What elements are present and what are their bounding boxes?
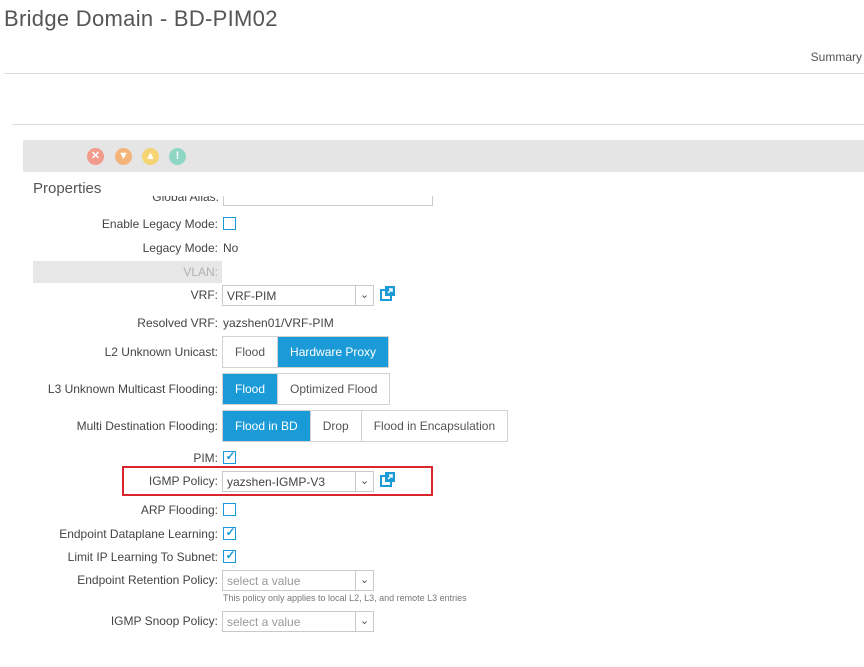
option-flood[interactable]: Flood [223, 337, 279, 367]
option-drop[interactable]: Drop [311, 411, 362, 441]
arp-flooding-checkbox[interactable] [223, 503, 236, 516]
global-alias-input[interactable] [223, 196, 433, 206]
option-flood-in-bd[interactable]: Flood in BD [223, 411, 311, 441]
l3-unknown-multicast-label: L3 Unknown Multicast Flooding: [47, 382, 218, 396]
minor-fault-icon[interactable]: ▲ [142, 148, 159, 165]
critical-fault-icon[interactable]: ✕ [87, 148, 104, 165]
chevron-down-icon[interactable]: ⌄ [355, 472, 373, 491]
igmp-policy-select[interactable]: yazshen-IGMP-V3 ⌄ [222, 471, 374, 492]
igmp-snoop-policy-label: IGMP Snoop Policy: [110, 614, 218, 628]
igmp-policy-row: IGMP Policy: yazshen-IGMP-V3 ⌄ [0, 471, 864, 492]
multi-destination-label: Multi Destination Flooding: [76, 419, 218, 433]
checkmark-icon: ✓ [225, 525, 236, 539]
legacy-mode-value: No [223, 241, 239, 255]
pim-row: PIM: ✓ [0, 448, 864, 468]
pim-label: PIM: [193, 451, 218, 465]
igmp-snoop-policy-select[interactable]: select a value ⌄ [222, 611, 374, 632]
vrf-value: VRF-PIM [227, 289, 277, 303]
open-external-icon[interactable] [380, 472, 395, 487]
igmp-policy-label: IGMP Policy: [148, 474, 218, 488]
global-alias-row: Global Alias: [33, 196, 433, 208]
warning-fault-icon[interactable]: ! [169, 148, 186, 165]
igmp-snoop-policy-placeholder: select a value [227, 615, 301, 629]
arp-flooding-label: ARP Flooding: [140, 503, 218, 517]
l2-unknown-unicast-label: L2 Unknown Unicast: [104, 345, 218, 359]
legacy-mode-label: Legacy Mode: [142, 241, 218, 255]
l2-unknown-unicast-row: L2 Unknown Unicast: Flood Hardware Proxy [0, 336, 864, 368]
endpoint-retention-policy-row: Endpoint Retention Policy: select a valu… [0, 570, 864, 606]
checkmark-icon: ✓ [225, 449, 236, 463]
vrf-select[interactable]: VRF-PIM ⌄ [222, 285, 374, 306]
page-title: Bridge Domain - BD-PIM02 [4, 6, 278, 31]
chevron-down-icon[interactable]: ⌄ [355, 286, 373, 305]
arp-flooding-row: ARP Flooding: [0, 500, 864, 520]
endpoint-retention-policy-placeholder: select a value [227, 574, 301, 588]
endpoint-dataplane-learning-label: Endpoint Dataplane Learning: [59, 527, 218, 541]
fault-summary-bar: ✕ ▼ ▲ ! [23, 140, 864, 172]
vrf-row: VRF: VRF-PIM ⌄ [0, 285, 864, 306]
endpoint-retention-policy-label: Endpoint Retention Policy: [77, 573, 218, 587]
option-optimized-flood[interactable]: Optimized Flood [278, 374, 389, 404]
resolved-vrf-value: yazshen01/VRF-PIM [223, 316, 334, 330]
vrf-label: VRF: [190, 288, 218, 302]
igmp-policy-value: yazshen-IGMP-V3 [227, 475, 326, 489]
vlan-row: VLAN: [0, 262, 864, 282]
igmp-snoop-policy-row: IGMP Snoop Policy: select a value ⌄ [0, 611, 864, 632]
properties-heading: Properties [33, 180, 102, 197]
limit-ip-learning-checkbox[interactable]: ✓ [223, 548, 236, 563]
enable-legacy-mode-row: Enable Legacy Mode: [0, 214, 864, 234]
pim-checkbox[interactable]: ✓ [223, 449, 236, 464]
enable-legacy-mode-label: Enable Legacy Mode: [101, 217, 218, 231]
endpoint-retention-policy-hint: This policy only applies to local L2, L3… [223, 593, 467, 603]
global-alias-label: Global Alias: [152, 196, 219, 204]
header-divider [4, 73, 864, 74]
open-external-icon[interactable] [380, 286, 395, 301]
multi-destination-row: Multi Destination Flooding: Flood in BD … [0, 410, 864, 442]
l2-unknown-unicast-toggle: Flood Hardware Proxy [222, 336, 390, 368]
major-fault-icon[interactable]: ▼ [115, 148, 132, 165]
limit-ip-learning-row: Limit IP Learning To Subnet: ✓ [0, 547, 864, 567]
enable-legacy-mode-checkbox[interactable] [223, 217, 236, 230]
chevron-down-icon[interactable]: ⌄ [355, 571, 373, 590]
l3-unknown-multicast-toggle: Flood Optimized Flood [222, 373, 391, 405]
resolved-vrf-row: Resolved VRF: yazshen01/VRF-PIM [0, 313, 864, 333]
endpoint-dataplane-learning-checkbox[interactable]: ✓ [223, 525, 236, 540]
checkmark-icon: ✓ [225, 548, 236, 562]
limit-ip-learning-label: Limit IP Learning To Subnet: [67, 550, 218, 564]
resolved-vrf-label: Resolved VRF: [137, 316, 218, 330]
l3-unknown-multicast-row: L3 Unknown Multicast Flooding: Flood Opt… [0, 373, 864, 405]
vlan-label: VLAN: [183, 265, 218, 279]
toolbar-divider [12, 124, 864, 125]
chevron-down-icon[interactable]: ⌄ [355, 612, 373, 631]
option-flood[interactable]: Flood [223, 374, 279, 404]
legacy-mode-row: Legacy Mode: No [0, 238, 864, 258]
option-hardware-proxy[interactable]: Hardware Proxy [278, 337, 389, 367]
endpoint-dataplane-learning-row: Endpoint Dataplane Learning: ✓ [0, 524, 864, 544]
endpoint-retention-policy-select[interactable]: select a value ⌄ [222, 570, 374, 591]
option-flood-in-encapsulation[interactable]: Flood in Encapsulation [362, 411, 507, 441]
tab-summary[interactable]: Summary [811, 50, 862, 64]
multi-destination-toggle: Flood in BD Drop Flood in Encapsulation [222, 410, 509, 442]
